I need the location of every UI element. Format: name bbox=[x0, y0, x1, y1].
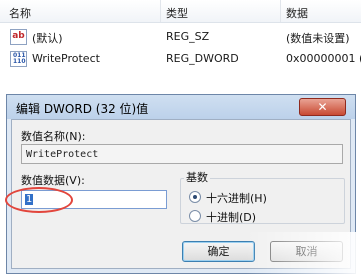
column-header-type[interactable]: 类型 bbox=[166, 5, 188, 21]
decimal-radio-label[interactable]: 十进制(D) bbox=[206, 209, 256, 225]
column-divider[interactable] bbox=[160, 0, 161, 22]
binary-value-icon: 011 110 bbox=[10, 51, 27, 67]
value-name-label: 数值名称(N): bbox=[21, 130, 86, 143]
column-header-data[interactable]: 数据 bbox=[286, 5, 308, 21]
column-divider[interactable] bbox=[280, 0, 281, 22]
value-data: (数值未设置) bbox=[286, 32, 350, 45]
dialog-titlebar[interactable]: 编辑 DWORD (32 位)值 ✕ bbox=[7, 95, 355, 119]
value-data: 0x00000001 ( bbox=[286, 52, 361, 65]
value-type: REG_SZ bbox=[166, 30, 210, 43]
ok-button[interactable]: 确定 bbox=[182, 241, 255, 262]
value-name: (默认) bbox=[32, 32, 63, 45]
highlight-ellipse bbox=[5, 187, 73, 213]
dialog-title: 编辑 DWORD (32 位)值 bbox=[16, 102, 149, 116]
value-name: WriteProtect bbox=[32, 52, 100, 65]
close-button[interactable]: ✕ bbox=[299, 98, 346, 116]
base-label: 基数 bbox=[184, 169, 210, 185]
hex-radio-label[interactable]: 十六进制(H) bbox=[206, 190, 267, 206]
value-data-label: 数值数据(V): bbox=[21, 174, 85, 187]
value-type: REG_DWORD bbox=[166, 52, 239, 65]
list-item[interactable]: ab (默认) REG_SZ (数值未设置) bbox=[0, 27, 361, 47]
value-name-field: WriteProtect bbox=[21, 144, 343, 164]
column-header-name[interactable]: 名称 bbox=[9, 5, 31, 21]
decimal-radio[interactable] bbox=[189, 210, 201, 222]
string-value-icon: ab bbox=[10, 29, 27, 45]
list-header: 名称 类型 数据 bbox=[0, 0, 361, 23]
close-icon: ✕ bbox=[317, 100, 328, 114]
registry-value-list: 名称 类型 数据 ab (默认) REG_SZ (数值未设置) 011 110 … bbox=[0, 0, 361, 94]
list-item[interactable]: 011 110 WriteProtect REG_DWORD 0x0000000… bbox=[0, 49, 361, 69]
hex-radio[interactable] bbox=[189, 191, 201, 203]
watermark-fade bbox=[246, 232, 361, 274]
